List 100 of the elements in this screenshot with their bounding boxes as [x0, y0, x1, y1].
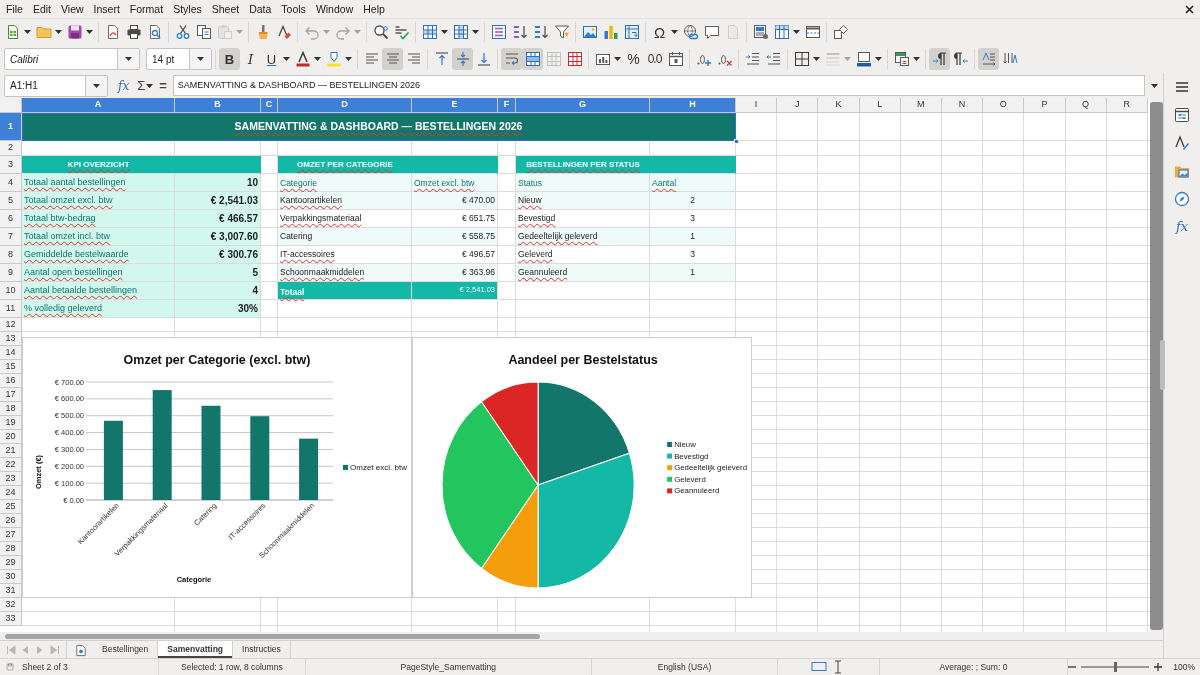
minus-icon[interactable] — [1068, 663, 1077, 671]
caret-icon[interactable] — [875, 57, 882, 61]
column-header[interactable]: A — [22, 98, 175, 113]
row-header[interactable]: 12 — [0, 318, 22, 332]
special-character-button[interactable]: Ω — [649, 21, 670, 43]
caret-icon[interactable] — [671, 30, 678, 34]
italic-button[interactable]: I — [240, 48, 261, 70]
align-middle-button[interactable] — [452, 48, 473, 70]
row-header[interactable]: 24 — [0, 486, 22, 500]
caret-icon[interactable] — [146, 83, 154, 88]
menu-item[interactable]: Data — [244, 1, 277, 17]
column-header[interactable]: J — [777, 98, 819, 113]
row-header[interactable]: 21 — [0, 444, 22, 458]
sidebar-handle[interactable] — [1160, 340, 1165, 390]
formula-button[interactable]: = — [159, 75, 167, 96]
column-header[interactable]: D — [278, 98, 412, 113]
slider-thumb[interactable] — [1114, 662, 1118, 672]
merge-center-button[interactable] — [522, 48, 543, 70]
row-header[interactable]: 15 — [0, 360, 22, 374]
column-header[interactable]: Q — [1065, 98, 1107, 113]
row-header[interactable]: 3 — [0, 156, 22, 174]
fill-handle-icon[interactable] — [734, 139, 739, 144]
menu-icon[interactable] — [1174, 79, 1190, 95]
row-header[interactable]: 14 — [0, 346, 22, 360]
column-header[interactable]: I — [736, 98, 778, 113]
column-header[interactable]: O — [983, 98, 1025, 113]
caret-icon[interactable] — [472, 30, 479, 34]
left-to-right-button[interactable] — [929, 48, 950, 70]
underline-button[interactable]: U — [261, 48, 282, 70]
caret-icon[interactable] — [441, 30, 448, 34]
row-header[interactable]: 1 — [0, 113, 22, 141]
font-name-combobox[interactable]: Calibri — [4, 48, 140, 70]
row-header[interactable]: 20 — [0, 430, 22, 444]
row-header[interactable]: 11 — [0, 300, 22, 318]
font-size-combobox[interactable]: 14 pt — [146, 48, 212, 70]
caret-icon[interactable] — [913, 57, 920, 61]
row-header[interactable]: 30 — [0, 570, 22, 584]
window-sliders-icon[interactable] — [1174, 107, 1190, 123]
caret-icon[interactable] — [55, 30, 62, 34]
brush-icon[interactable] — [1174, 135, 1190, 151]
row-header[interactable]: 17 — [0, 388, 22, 402]
row-header[interactable]: 33 — [0, 612, 22, 626]
row-header[interactable]: 5 — [0, 192, 22, 210]
caret-icon[interactable] — [314, 57, 321, 61]
caret-icon[interactable] — [614, 57, 621, 61]
caret-icon[interactable] — [124, 57, 132, 61]
scrollbar-thumb[interactable] — [5, 633, 540, 639]
row-header[interactable]: 7 — [0, 228, 22, 246]
caret-icon[interactable] — [24, 30, 31, 34]
menu-item[interactable]: View — [56, 1, 89, 17]
row-header[interactable]: 4 — [0, 174, 22, 192]
row-header[interactable]: 16 — [0, 374, 22, 388]
floppy-icon[interactable] — [6, 663, 14, 671]
caret-icon[interactable] — [86, 30, 93, 34]
caret-icon[interactable] — [345, 57, 352, 61]
row-header[interactable]: 32 — [0, 598, 22, 612]
row-header[interactable]: 19 — [0, 416, 22, 430]
row-header[interactable]: 29 — [0, 556, 22, 570]
caret-icon[interactable] — [283, 57, 290, 61]
row-header[interactable]: 27 — [0, 528, 22, 542]
row-header[interactable]: 26 — [0, 514, 22, 528]
compass-icon[interactable] — [1174, 191, 1190, 207]
column-header[interactable]: P — [1024, 98, 1066, 113]
column-header[interactable]: B — [175, 98, 261, 113]
row-header[interactable]: 2 — [0, 141, 22, 156]
menu-item[interactable]: Help — [358, 1, 390, 17]
function-wizard-button[interactable]: fx — [118, 76, 130, 95]
column-header[interactable]: G — [516, 98, 650, 113]
menu-item[interactable]: Insert — [88, 1, 125, 17]
column-header[interactable]: K — [818, 98, 860, 113]
column-header[interactable]: F — [498, 98, 516, 113]
close-icon[interactable] — [1185, 4, 1194, 14]
sheet-tab[interactable]: Instructies — [233, 641, 291, 658]
sum-button[interactable]: Σ — [137, 75, 146, 96]
row-header[interactable]: 28 — [0, 542, 22, 556]
name-box[interactable]: A1:H1 — [4, 74, 108, 97]
column-header[interactable]: M — [900, 98, 942, 113]
row-header[interactable]: 6 — [0, 210, 22, 228]
wrap-text-button[interactable] — [501, 48, 522, 70]
menu-item[interactable]: Sheet — [206, 1, 245, 17]
bold-button[interactable]: B — [219, 48, 240, 70]
column-header[interactable]: L — [859, 98, 901, 113]
number-button[interactable]: 0.0 — [644, 48, 665, 70]
menu-item[interactable]: Styles — [168, 1, 207, 17]
caret-icon[interactable] — [196, 57, 204, 61]
percent-button[interactable]: % — [623, 48, 644, 70]
row-header[interactable]: 22 — [0, 458, 22, 472]
menu-item[interactable]: File — [1, 1, 28, 17]
menu-item[interactable]: Edit — [27, 1, 56, 17]
sheet-tab[interactable]: Samenvatting — [158, 641, 234, 658]
caret-icon[interactable] — [793, 30, 800, 34]
menu-item[interactable]: Format — [124, 1, 169, 17]
menu-item[interactable]: Window — [310, 1, 359, 17]
menu-item[interactable]: Tools — [276, 1, 311, 17]
row-header[interactable]: 10 — [0, 282, 22, 300]
functions-button[interactable]: fx — [1175, 219, 1189, 235]
column-header[interactable]: C — [261, 98, 278, 113]
zoom-percent[interactable]: 100% — [1173, 660, 1195, 674]
row-header[interactable]: 23 — [0, 472, 22, 486]
column-header[interactable]: N — [941, 98, 984, 113]
